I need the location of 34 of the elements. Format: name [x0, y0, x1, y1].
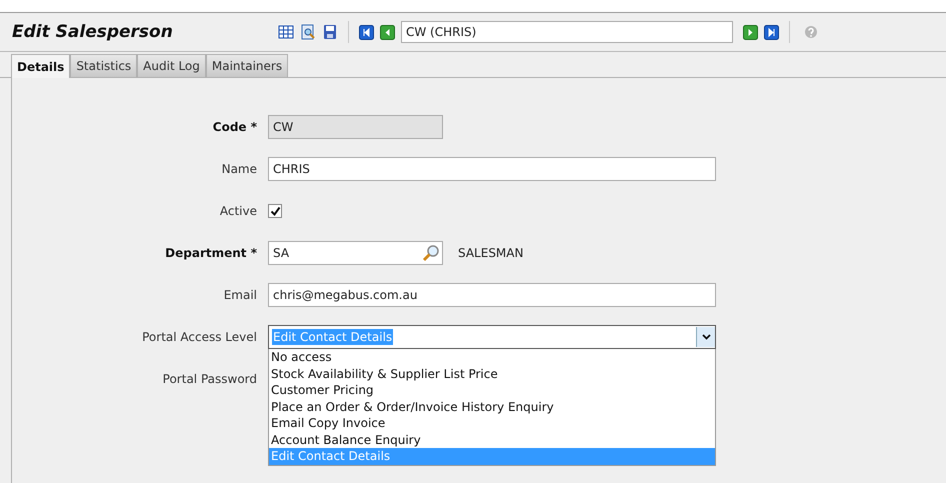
dropdown-option[interactable]: No access: [269, 349, 715, 366]
dropdown-option[interactable]: Customer Pricing: [269, 382, 715, 398]
lookup-field[interactable]: SA: [268, 241, 443, 265]
tab[interactable]: Statistics: [70, 54, 138, 77]
tab[interactable]: Audit Log: [137, 54, 206, 77]
dropdown-option[interactable]: Email Copy Invoice: [269, 415, 715, 432]
field-label: Email: [222, 288, 258, 302]
last-record-icon[interactable]: [764, 24, 779, 40]
department-description: SALESMAN: [458, 246, 524, 260]
previous-record-icon[interactable]: [380, 24, 395, 40]
field-label: Portal Password: [162, 372, 258, 386]
checkbox[interactable]: [268, 204, 282, 218]
dropdown-button[interactable]: [696, 327, 715, 347]
field-label: Department *: [164, 246, 258, 260]
text-field[interactable]: CHRIS: [268, 157, 716, 181]
window-title: Edit Salesperson: [12, 22, 174, 42]
search-icon[interactable]: [422, 244, 440, 262]
dropdown-option[interactable]: Stock Availability & Supplier List Price: [269, 366, 715, 382]
field-label: Code *: [212, 120, 258, 134]
tab[interactable]: Details: [11, 54, 70, 78]
document-search-icon[interactable]: [300, 24, 316, 40]
next-record-icon[interactable]: [743, 24, 758, 40]
text-field[interactable]: chris@megabus.com.au: [268, 283, 716, 307]
dropdown-option[interactable]: Place an Order & Order/Invoice History Enquiry: [269, 398, 715, 415]
record-field[interactable]: CW (CHRIS): [401, 21, 733, 43]
save-icon[interactable]: [322, 24, 338, 40]
field-label: Portal Access Level: [141, 330, 258, 344]
tab[interactable]: Maintainers: [206, 54, 288, 77]
chevron-down-icon: [702, 334, 710, 340]
grid-icon[interactable]: [278, 24, 294, 40]
first-record-icon[interactable]: [359, 24, 374, 40]
field-label: Name: [220, 162, 258, 176]
dropdown-option[interactable]: Account Balance Enquiry: [269, 432, 715, 448]
field-label: Active: [218, 204, 258, 218]
